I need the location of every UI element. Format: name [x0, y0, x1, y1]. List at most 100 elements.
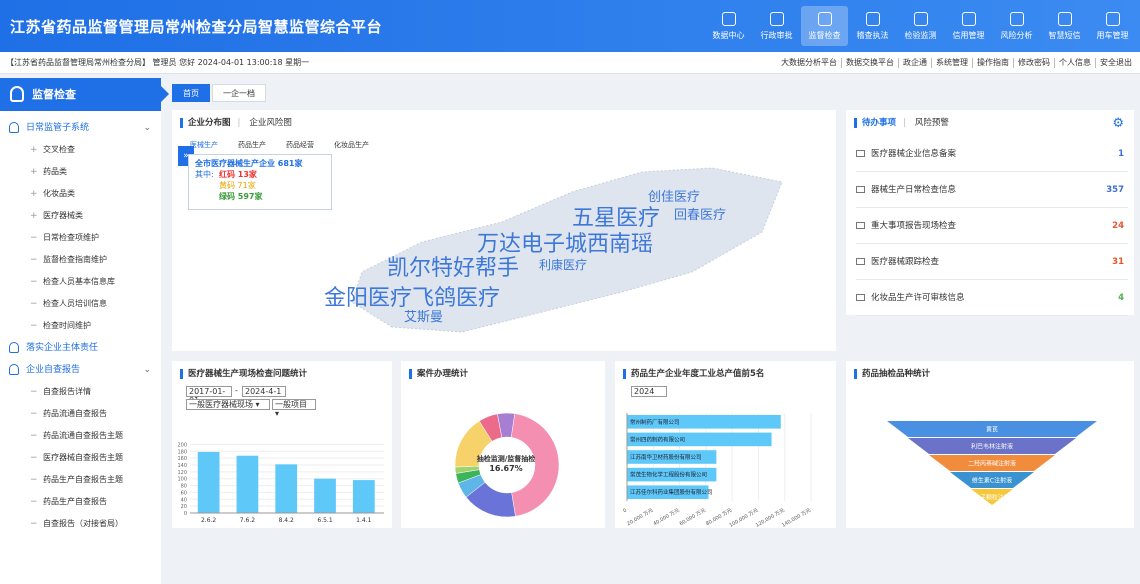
bar[interactable]	[352, 480, 375, 513]
chevron-down-icon[interactable]: ⌄	[143, 359, 151, 381]
app-title: 江苏省药品监督管理局常州检查分局智慧监管综合平台	[10, 18, 383, 36]
todo-item[interactable]: 化妆品生产许可审核信息 4	[856, 280, 1128, 316]
nav-officer[interactable]: 稽查执法	[849, 6, 896, 46]
sidebar-item[interactable]: + 药品类	[0, 161, 161, 183]
leaf-dash-icon: −	[30, 409, 38, 419]
cases-panel: 案件办理统计 抽检监测/监督抽检 16.67%	[401, 361, 605, 528]
sidebar-item-label: 药品类	[43, 167, 67, 176]
year-input[interactable]: 2024	[631, 386, 667, 397]
nav-document[interactable]: 风险分析	[993, 6, 1040, 46]
distribution-panel: 企业分布图 | 企业风险图 医械生产 药品生产 药品经营 化妆品生产 » 全市医疗器械…	[172, 110, 836, 351]
folder-icon	[856, 186, 865, 193]
todo-item[interactable]: 重大事项报告现场检查 24	[856, 208, 1128, 244]
info-link[interactable]: 大数据分析平台	[777, 58, 841, 68]
nav-inspector[interactable]: 监督检查	[801, 6, 848, 46]
user-greeting: 【江苏省药品监督管理局常州检查分局】 管理员 您好 2024-04-01 13:…	[6, 58, 310, 67]
sidebar-item[interactable]: − 自查报告（对接省局）	[0, 513, 161, 535]
sidebar-item[interactable]: − 检查人员基本信息库	[0, 271, 161, 293]
nav-mail[interactable]: 智慧短信	[1041, 6, 1088, 46]
issues-bar-chart: 020406080100120140160180200 2.6.2 7.6.2 8.4…	[177, 442, 384, 524]
sidebar-item[interactable]: + 医疗器械类	[0, 205, 161, 227]
settings-gear-icon[interactable]: ⚙	[1112, 116, 1124, 131]
nav-label: 数据中心	[712, 30, 745, 40]
sidebar-item[interactable]: − 检查时间维护	[0, 315, 161, 337]
info-link[interactable]: 操作指南	[972, 58, 1013, 68]
sidebar-item[interactable]: − 药品流通自查报告	[0, 403, 161, 425]
word-cloud-entry[interactable]: 凯尔特好帮手	[387, 250, 519, 282]
sidebar-item-label: 医疗器械自查报告主题	[43, 453, 123, 462]
leaf-dash-icon: −	[30, 277, 38, 287]
todo-count[interactable]: 357	[1106, 172, 1124, 208]
bar-label: 江苏南华卫材药股份有限公司	[630, 453, 702, 461]
date-to-input[interactable]: 2024-4-1	[242, 386, 286, 397]
y-tick-label: 40	[181, 497, 187, 503]
info-link[interactable]: 数据交换平台	[841, 58, 898, 68]
chevron-down-icon[interactable]: ⌄	[143, 117, 151, 139]
y-tick-label: 120	[177, 470, 187, 476]
bar[interactable]	[275, 464, 298, 513]
word-cloud-entry[interactable]: 艾斯曼	[404, 306, 443, 325]
donut-center-label: 抽检监测/监督抽检 16.67%	[461, 455, 551, 473]
tab-todo[interactable]: 待办事项	[862, 118, 896, 128]
tab-enterprise-file[interactable]: 一企一档	[212, 84, 266, 102]
sidebar-item[interactable]: − 药品生产自查报告	[0, 491, 161, 513]
funnel-label: 五味子颗粒注射液	[968, 494, 1016, 502]
nav-gavel[interactable]: 信用管理	[945, 6, 992, 46]
bar[interactable]	[197, 451, 220, 513]
sidebar-item[interactable]: − 医疗器械自查报告主题	[0, 447, 161, 469]
category-tabs: 医械生产 药品生产 药品经营 化妆品生产	[190, 140, 389, 150]
todo-count[interactable]: 31	[1112, 244, 1124, 280]
sidebar-group[interactable]: 落实企业主体责任	[0, 337, 161, 359]
x-tick-label: 6.5.1	[317, 517, 332, 524]
info-link[interactable]: 安全退出	[1095, 58, 1136, 68]
sidebar-group[interactable]: 日常监管子系统 ⌄	[0, 117, 161, 139]
item-type-select[interactable]: 一般项目 ▾	[272, 399, 316, 418]
category-tab[interactable]: 药品经营	[286, 140, 314, 150]
word-cloud-entry[interactable]: 回春医疗	[674, 204, 726, 223]
sidebar-item[interactable]: − 日常检查项维护	[0, 227, 161, 249]
sidebar-item[interactable]: − 监督检查指南维护	[0, 249, 161, 271]
todo-item[interactable]: 医疗器械跟踪检查 31	[856, 244, 1128, 280]
info-link[interactable]: 系统管理	[931, 58, 972, 68]
info-link[interactable]: 政企通	[898, 58, 931, 68]
category-tab[interactable]: 药品生产	[238, 140, 266, 150]
date-from-input[interactable]: 2017-01-01	[186, 386, 232, 405]
word-cloud-entry[interactable]: 利康医疗	[539, 256, 587, 273]
todo-count[interactable]: 1	[1118, 136, 1124, 172]
funnel-label: 利巴韦林注射液	[971, 443, 1013, 451]
todo-count[interactable]: 4	[1118, 280, 1124, 316]
bar[interactable]	[236, 455, 259, 513]
info-link[interactable]: 个人信息	[1054, 58, 1095, 68]
tab-home[interactable]: 首页	[172, 84, 210, 102]
bar-chart-icon	[721, 11, 736, 26]
bar-label: 常茂生物化学工程股份有限公司	[630, 471, 707, 479]
sidebar-item[interactable]: − 自查报告详情	[0, 381, 161, 403]
leaf-dash-icon: −	[30, 475, 38, 485]
todo-item[interactable]: 器械生产日常检查信息 357	[856, 172, 1128, 208]
sidebar-item[interactable]: − 药品流通自查报告主题	[0, 425, 161, 447]
nav-building[interactable]: 检验监测	[897, 6, 944, 46]
sidebar-item[interactable]: + 交叉检查	[0, 139, 161, 161]
sidebar-item[interactable]: + 化妆品类	[0, 183, 161, 205]
funnel-chart: 黄芪利巴韦林注射液二羟丙茶碱注射液维生素C注射液五味子颗粒注射液	[887, 421, 1097, 505]
todo-item[interactable]: 医疗器械企业信息备案 1	[856, 136, 1128, 172]
category-tab[interactable]: 医械生产	[190, 140, 218, 150]
nav-check-circle[interactable]: 行政审批	[753, 6, 800, 46]
sidebar-item[interactable]: − 检查人员培训信息	[0, 293, 161, 315]
sidebar-item[interactable]: − 药品生产自查报告主题	[0, 469, 161, 491]
nav-bar-chart[interactable]: 数据中心	[705, 6, 752, 46]
device-type-select[interactable]: 一般医疗器械现场 ▾	[186, 399, 270, 410]
info-link[interactable]: 修改密码	[1013, 58, 1054, 68]
tab-distribution-map[interactable]: 企业分布图	[188, 118, 231, 128]
sidebar-group[interactable]: 企业自查报告 ⌄	[0, 359, 161, 381]
y-tick-label: 20	[181, 504, 187, 510]
todo-label: 重大事项报告现场检查	[871, 221, 957, 231]
todo-count[interactable]: 24	[1112, 208, 1124, 244]
tab-risk-map[interactable]: 企业风险图	[249, 118, 292, 128]
tab-risk-warning[interactable]: 风险预警	[915, 118, 949, 128]
bar[interactable]	[314, 478, 336, 513]
y-tick-label: 180	[177, 449, 187, 455]
nav-car[interactable]: 用车管理	[1089, 6, 1136, 46]
category-tab[interactable]: 化妆品生产	[334, 140, 369, 150]
nav-label: 风险分析	[1000, 30, 1033, 40]
